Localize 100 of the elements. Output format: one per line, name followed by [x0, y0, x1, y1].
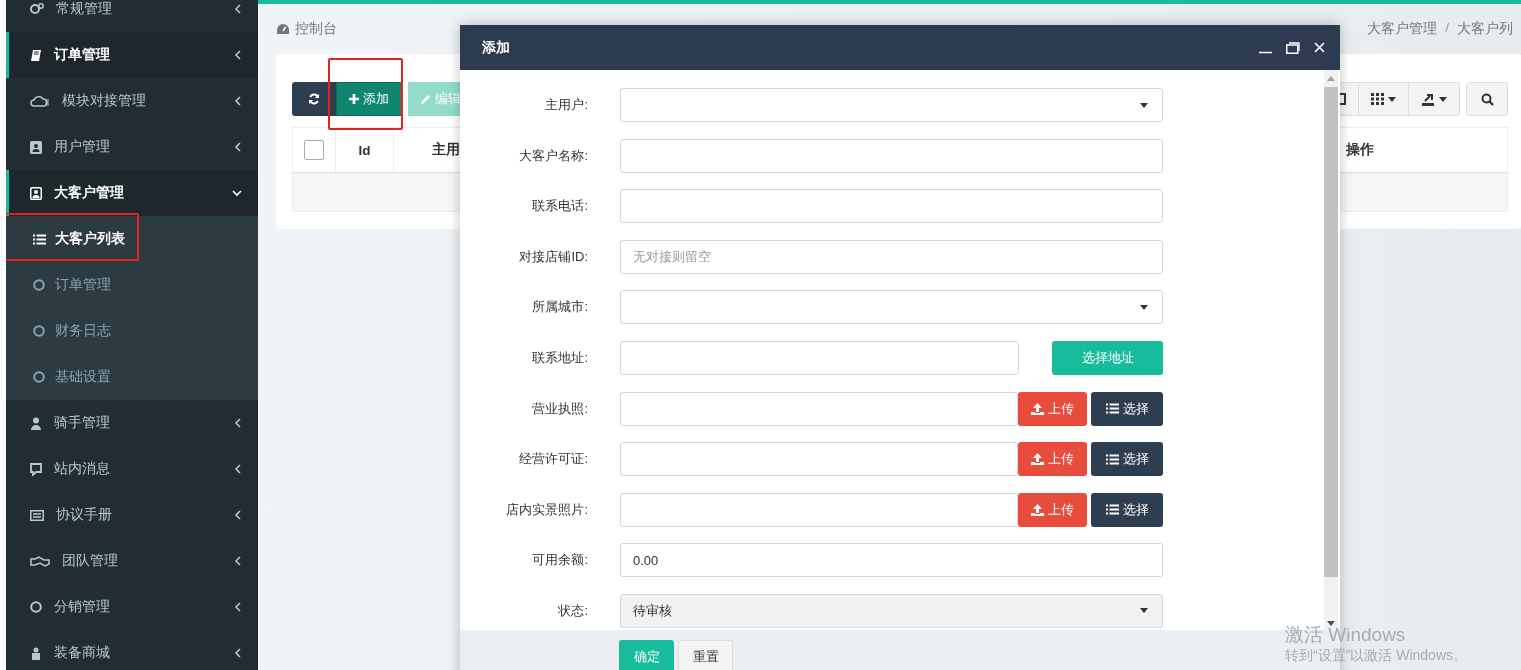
activation-title: 激活 Windows — [1285, 625, 1406, 645]
choose-file-button[interactable]: 选择 — [1091, 442, 1163, 477]
sidebar-subitem[interactable]: 财务日志 — [6, 308, 258, 354]
input-field[interactable] — [620, 442, 1018, 477]
gears-icon — [30, 3, 44, 15]
search-icon — [1480, 92, 1494, 106]
sidebar-item[interactable]: 用户管理 — [6, 124, 258, 170]
dialog-title: 添加 — [482, 38, 511, 57]
chevron-left-icon — [234, 464, 242, 474]
choose-file-button[interactable]: 选择 — [1091, 391, 1163, 426]
sidebar-item[interactable]: 骑手管理 — [6, 400, 258, 446]
chevron-left-icon — [234, 142, 242, 152]
refresh-icon — [308, 93, 320, 105]
caret-icon — [1388, 96, 1396, 102]
list-icon — [1105, 504, 1119, 516]
caret-icon — [1140, 608, 1148, 614]
export-button[interactable] — [1409, 82, 1460, 116]
breadcrumb-link[interactable]: 大客户管理 — [1367, 20, 1438, 38]
dashboard-icon — [276, 23, 290, 35]
search-button[interactable] — [1466, 82, 1508, 116]
chevron-left-icon — [234, 602, 242, 612]
field-label: 联系电话: — [531, 197, 589, 216]
pencil-icon — [420, 93, 431, 105]
export-icon — [1421, 92, 1435, 106]
input-field[interactable] — [620, 391, 1018, 426]
select-field[interactable] — [620, 290, 1163, 325]
field-label: 可用余额: — [531, 551, 589, 570]
scrollbar[interactable] — [1324, 70, 1338, 630]
input-field[interactable]: 无对接则留空 — [620, 239, 1163, 274]
breadcrumb-home[interactable]: 控制台 — [295, 20, 337, 38]
cloud-icon — [30, 95, 50, 107]
chevron-left-icon — [234, 418, 242, 428]
breadcrumb-separator: / — [1445, 20, 1449, 37]
columns-button[interactable] — [1359, 82, 1409, 116]
choose-file-button[interactable]: 选择 — [1091, 492, 1163, 527]
caret-icon — [1140, 102, 1148, 108]
sidebar-subitem[interactable]: 基础设置 — [6, 354, 258, 400]
person-icon — [30, 416, 42, 430]
upload-icon — [1031, 453, 1044, 466]
sidebar-item[interactable]: 装备商城 — [6, 630, 258, 670]
reset-button[interactable]: 重置 — [678, 640, 733, 670]
sidebar-item[interactable]: 大客户管理 — [6, 170, 258, 216]
field-label: 经营许可证: — [518, 450, 589, 469]
sidebar-item[interactable]: 协议手册 — [6, 492, 258, 538]
caret-icon — [1439, 96, 1447, 102]
list-icon — [1105, 453, 1119, 465]
upload-button[interactable]: 上传 — [1018, 442, 1087, 477]
circle-icon — [30, 601, 42, 613]
field-label: 联系地址: — [531, 348, 589, 367]
field-label: 大客户名称: — [518, 146, 589, 165]
circle-icon — [33, 279, 45, 291]
field-label: 所属城市: — [531, 298, 589, 317]
input-field[interactable] — [620, 340, 1019, 375]
list-icon — [1105, 403, 1119, 415]
book-icon — [30, 48, 42, 62]
upload-button[interactable]: 上传 — [1018, 391, 1087, 426]
circle-icon — [33, 371, 45, 383]
input-field[interactable] — [620, 138, 1163, 173]
add-button[interactable]: 添加 — [336, 82, 402, 116]
chevron-left-icon — [234, 510, 242, 520]
field-label: 主用户: — [544, 96, 589, 114]
contact-card-icon — [30, 140, 42, 154]
sidebar-item[interactable]: 订单管理 — [6, 32, 258, 78]
caret-icon — [1140, 304, 1148, 310]
breadcrumb-link[interactable]: 大客户列 — [1457, 20, 1513, 38]
list-box-icon — [30, 509, 44, 521]
scroll-down-icon[interactable] — [1327, 621, 1335, 626]
field-label: 状态: — [557, 601, 589, 620]
column-header: Id — [336, 128, 394, 172]
select-all-checkbox[interactable] — [304, 140, 324, 160]
chevron-left-icon — [234, 4, 242, 14]
close-icon[interactable] — [1314, 42, 1325, 53]
chat-icon — [30, 462, 42, 476]
activation-text: 转到“设置”以激活 Windows。 — [1285, 647, 1467, 663]
input-field[interactable]: 0.00 — [620, 543, 1163, 578]
refresh-button[interactable] — [292, 82, 336, 116]
sidebar-item[interactable]: 团队管理 — [6, 538, 258, 584]
chevron-left-icon — [234, 648, 242, 658]
select-field[interactable] — [620, 88, 1163, 122]
upload-icon — [1031, 503, 1044, 516]
upload-icon — [1031, 402, 1044, 415]
plus-icon — [349, 94, 359, 104]
sidebar-item[interactable]: 常规管理 — [6, 0, 258, 32]
chevron-left-icon — [234, 96, 242, 106]
sidebar-subitem[interactable]: 大客户列表 — [6, 216, 258, 262]
list-icon — [33, 233, 46, 245]
sidebar-item[interactable]: 分销管理 — [6, 584, 258, 630]
input-field[interactable] — [620, 189, 1163, 224]
maximize-icon[interactable] — [1286, 41, 1300, 54]
input-field[interactable] — [620, 492, 1018, 527]
chevron-left-icon — [234, 556, 242, 566]
field-label: 营业执照: — [531, 399, 589, 418]
circle-icon — [33, 325, 45, 337]
sidebar-item[interactable]: 模块对接管理 — [6, 78, 258, 124]
sidebar-subitem[interactable]: 订单管理 — [6, 262, 258, 308]
chevron-left-icon — [234, 50, 242, 60]
sidebar-item[interactable]: 站内消息 — [6, 446, 258, 492]
grid-icon — [1371, 93, 1384, 105]
upload-button[interactable]: 上传 — [1018, 492, 1087, 527]
chevron-down-icon — [232, 189, 242, 197]
